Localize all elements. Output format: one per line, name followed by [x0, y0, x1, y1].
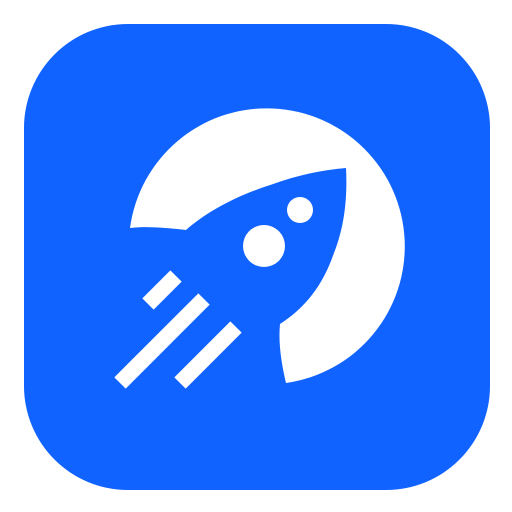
- rocket-launch-icon: [24, 24, 490, 490]
- app-icon[interactable]: [24, 24, 490, 490]
- rocket-window-large: [243, 225, 285, 267]
- rocket-window-small: [287, 197, 313, 223]
- icon-canvas: [0, 0, 512, 512]
